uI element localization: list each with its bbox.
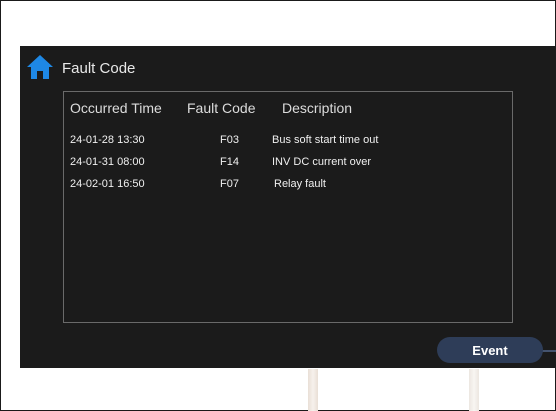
cell-occurred-time: 24-02-01 16:50 [70, 178, 145, 190]
cell-description: INV DC current over [272, 156, 372, 168]
column-header-fault-code: Fault Code [187, 100, 256, 116]
cell-fault-code: F03 [220, 134, 239, 146]
column-header-occurred-time: Occurred Time [70, 100, 162, 116]
device-screen: Fault Code Occurred Time Fault Code Desc… [20, 46, 556, 368]
cell-fault-code: F07 [220, 178, 239, 190]
stand-post-left [308, 369, 318, 411]
cell-occurred-time: 24-01-31 08:00 [70, 156, 145, 168]
cell-fault-code: F14 [220, 156, 239, 168]
event-button[interactable]: Event [437, 337, 543, 363]
cell-occurred-time: 24-01-28 13:30 [70, 134, 145, 146]
table-row[interactable]: 24-01-28 13:30 F03 Bus soft start time o… [64, 134, 512, 154]
page-title: Fault Code [62, 60, 136, 77]
cell-description: Relay fault [274, 178, 326, 190]
stand-post-right [469, 369, 479, 411]
fault-table: Occurred Time Fault Code Description 24-… [63, 91, 513, 323]
home-icon[interactable] [26, 54, 54, 80]
table-row[interactable]: 24-01-31 08:00 F14 INV DC current over [64, 156, 512, 176]
cell-description: Bus soft start time out [272, 134, 379, 146]
table-row[interactable]: 24-02-01 16:50 F07 Relay fault [64, 178, 512, 198]
column-header-description: Description [282, 100, 353, 116]
